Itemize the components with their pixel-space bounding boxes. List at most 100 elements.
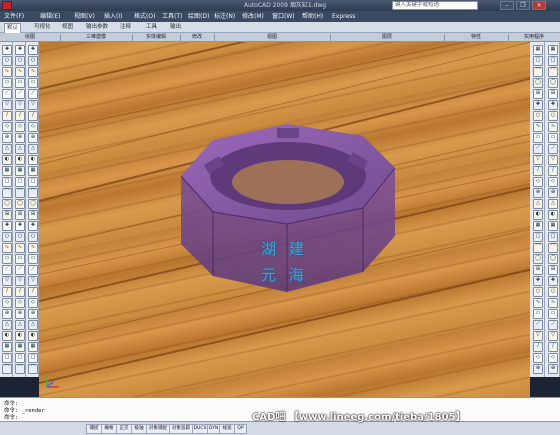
toolbar-tool-icon[interactable]: / [15, 287, 25, 297]
toolbar-tool-icon[interactable]: ▭ [15, 254, 25, 264]
toolbar-tool-icon[interactable]: ▽ [15, 276, 25, 286]
panel-utilities[interactable]: 实用程序 [510, 33, 558, 42]
toolbar-tool-icon[interactable]: □ [28, 177, 38, 187]
toolbar-tool-icon[interactable]: ∿ [548, 298, 558, 308]
toolbar-tool-icon[interactable]: ⟋ [2, 265, 12, 275]
toolbar-tool-icon[interactable]: ⟋ [548, 144, 558, 154]
toolbar-tool-icon[interactable]: ▭ [15, 78, 25, 88]
toolbar-tool-icon[interactable]: ◐ [15, 331, 25, 341]
menu-tools[interactable]: 工具(T) [162, 12, 182, 21]
toolbar-tool-icon[interactable]: ⌒ [15, 364, 25, 374]
toolbar-tool-icon[interactable]: ⌒ [533, 243, 543, 253]
toolbar-tool-icon[interactable]: ○ [533, 287, 543, 297]
toolbar-tool-icon[interactable]: ◯ [548, 78, 558, 88]
tab-output[interactable]: 输出 [170, 23, 181, 32]
toolbar-tool-icon[interactable]: ⊞ [15, 210, 25, 220]
toolbar-tool-icon[interactable]: ▽ [28, 100, 38, 110]
toolbar-tool-icon[interactable]: △ [533, 199, 543, 209]
toolbar-tool-icon[interactable]: ▽ [28, 276, 38, 286]
menu-file[interactable]: 文件(F) [4, 12, 24, 21]
tab-visualize[interactable]: 可视化 [34, 23, 51, 32]
toolbar-tool-icon[interactable]: / [28, 111, 38, 121]
toolbar-tool-icon[interactable]: ◯ [15, 199, 25, 209]
toolbar-tool-icon[interactable]: ▦ [15, 342, 25, 352]
toolbar-tool-icon[interactable]: ⊕ [15, 309, 25, 319]
panel-properties[interactable]: 特性 [446, 33, 506, 42]
toolbar-tool-icon[interactable]: ✚ [2, 221, 12, 231]
toolbar-tool-icon[interactable]: ▭ [533, 133, 543, 143]
toolbar-tool-icon[interactable]: ✚ [548, 276, 558, 286]
toolbar-tool-icon[interactable]: ○ [2, 56, 12, 66]
toolbar-tool-icon[interactable]: ∿ [2, 243, 12, 253]
toolbar-tool-icon[interactable]: ⊕ [548, 188, 558, 198]
toolbar-tool-icon[interactable]: ◇ [2, 122, 12, 132]
toolbar-tool-icon[interactable]: ∿ [548, 122, 558, 132]
toolbar-tool-icon[interactable]: ◐ [2, 155, 12, 165]
toolbar-tool-icon[interactable]: ∿ [28, 67, 38, 77]
toolbar-tool-icon[interactable]: ▦ [2, 166, 12, 176]
ortho-toggle[interactable]: 正交 [116, 424, 132, 434]
toolbar-tool-icon[interactable]: ⊕ [28, 309, 38, 319]
toolbar-tool-icon[interactable]: ✚ [28, 45, 38, 55]
toolbar-tool-icon[interactable]: ◐ [2, 331, 12, 341]
toolbar-tool-icon[interactable]: ⌒ [548, 243, 558, 253]
toolbar-tool-icon[interactable]: □ [2, 177, 12, 187]
tab-annotate[interactable]: 注释 [120, 23, 131, 32]
toolbar-tool-icon[interactable]: ▽ [15, 100, 25, 110]
tab-view[interactable]: 视图 [62, 23, 73, 32]
toolbar-tool-icon[interactable]: / [2, 287, 12, 297]
toolbar-tool-icon[interactable]: ⊞ [548, 265, 558, 275]
toolbar-tool-icon[interactable]: ○ [15, 232, 25, 242]
toolbar-tool-icon[interactable]: ✚ [28, 221, 38, 231]
toolbar-tool-icon[interactable]: ◐ [28, 155, 38, 165]
panel-modify[interactable]: 修改 [182, 33, 212, 42]
toolbar-tool-icon[interactable]: □ [548, 56, 558, 66]
toolbar-tool-icon[interactable]: ⊞ [533, 89, 543, 99]
panel-view[interactable]: 视图 [216, 33, 328, 42]
toolbar-tool-icon[interactable]: ⊕ [28, 133, 38, 143]
toolbar-tool-icon[interactable]: ◯ [533, 254, 543, 264]
toolbar-tool-icon[interactable]: ▦ [2, 342, 12, 352]
toolbar-tool-icon[interactable]: ◇ [15, 122, 25, 132]
toolbar-tool-icon[interactable]: ○ [28, 56, 38, 66]
toolbar-tool-icon[interactable]: ⟋ [28, 89, 38, 99]
toolbar-tool-icon[interactable]: ✚ [15, 45, 25, 55]
toolbar-tool-icon[interactable]: ▭ [548, 133, 558, 143]
toolbar-tool-icon[interactable]: ▽ [533, 155, 543, 165]
toolbar-tool-icon[interactable]: ○ [15, 56, 25, 66]
command-prompt[interactable]: 命令: [4, 413, 18, 421]
toolbar-tool-icon[interactable]: ▦ [15, 166, 25, 176]
toolbar-tool-icon[interactable]: ✚ [533, 100, 543, 110]
toolbar-tool-icon[interactable]: ⊕ [2, 133, 12, 143]
toolbar-tool-icon[interactable]: ◇ [533, 353, 543, 363]
toolbar-tool-icon[interactable]: ⊕ [548, 364, 558, 374]
toolbar-tool-icon[interactable]: ▽ [2, 276, 12, 286]
toolbar-tool-icon[interactable]: □ [548, 232, 558, 242]
toolbar-tool-icon[interactable]: ◐ [15, 155, 25, 165]
snap-toggle[interactable]: 捕捉 [86, 424, 102, 434]
tab-home[interactable]: 默认 [4, 23, 22, 33]
toolbar-tool-icon[interactable]: ○ [28, 232, 38, 242]
toolbar-tool-icon[interactable]: ○ [533, 111, 543, 121]
qp-toggle[interactable]: QP [234, 424, 247, 434]
toolbar-tool-icon[interactable]: ◐ [533, 210, 543, 220]
toolbar-tool-icon[interactable]: □ [2, 353, 12, 363]
search-input[interactable]: 键入关键字或短语 [392, 1, 478, 10]
toolbar-tool-icon[interactable]: ◯ [533, 78, 543, 88]
autocad-logo-icon[interactable] [2, 1, 12, 10]
menu-insert[interactable]: 插入(I) [104, 12, 122, 21]
menu-window[interactable]: 窗口(W) [272, 12, 295, 21]
toolbar-tool-icon[interactable]: ✚ [15, 221, 25, 231]
toolbar-tool-icon[interactable]: △ [15, 144, 25, 154]
toolbar-tool-icon[interactable]: ◇ [2, 298, 12, 308]
toolbar-tool-icon[interactable]: ⊞ [28, 210, 38, 220]
minimize-button[interactable]: – [500, 1, 514, 10]
menu-modify[interactable]: 修改(M) [242, 12, 264, 21]
toolbar-tool-icon[interactable]: ▦ [28, 166, 38, 176]
toolbar-tool-icon[interactable]: ∿ [533, 298, 543, 308]
toolbar-tool-icon[interactable]: ▦ [548, 221, 558, 231]
menu-draw[interactable]: 绘图(D) [188, 12, 209, 21]
toolbar-tool-icon[interactable]: ▽ [548, 155, 558, 165]
toolbar-tool-icon[interactable]: ⌒ [2, 364, 12, 374]
toolbar-tool-icon[interactable]: ✚ [2, 45, 12, 55]
